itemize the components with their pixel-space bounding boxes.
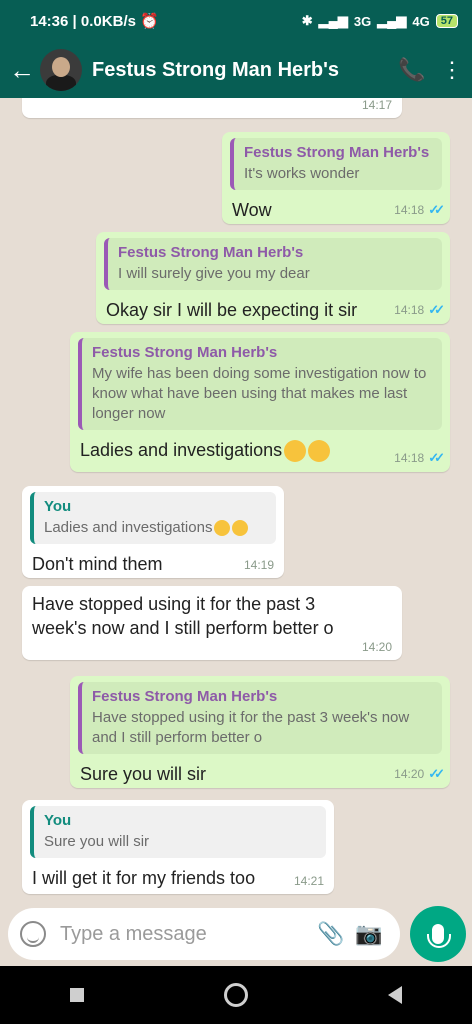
message-bubble[interactable]: Festus Strong Man Herb's It's works wond… — [222, 132, 450, 224]
status-right: ✱ ▂▄▆ 3G ▂▄▆ 4G 57 — [302, 13, 458, 29]
message-meta: 14:19 — [244, 558, 274, 572]
nav-back-icon[interactable] — [388, 986, 402, 1004]
quote-text: Have stopped using it for the past 3 wee… — [92, 709, 410, 746]
quote-text: My wife has been doing some investigatio… — [92, 365, 427, 422]
message-input[interactable]: Type a message — [60, 923, 312, 946]
contact-avatar[interactable] — [40, 49, 82, 91]
add-call-icon[interactable]: 📞 — [392, 57, 432, 83]
attach-icon[interactable]: 📎 — [312, 921, 350, 947]
status-speed: 0.0KB/s — [80, 13, 136, 30]
quote-text: It's works wonder — [244, 165, 360, 182]
status-bar: 14:36 | 0.0KB/s ⏰ ✱ ▂▄▆ 3G ▂▄▆ 4G 57 — [0, 0, 472, 42]
quote-author: Festus Strong Man Herb's — [92, 688, 278, 705]
message-text: Sure you will sir — [80, 764, 207, 784]
back-arrow-icon[interactable]: ← — [4, 55, 40, 86]
read-receipt-icon: ✓✓ — [428, 450, 445, 465]
laughing-emoji-icon — [232, 520, 249, 537]
quote-text: I will surely give you my dear — [118, 265, 310, 282]
quoted-reply[interactable]: Festus Strong Man Herb's I will surely g… — [104, 238, 442, 290]
message-meta: 14:18 ✓✓ — [394, 202, 445, 218]
more-options-icon[interactable]: ⋮ — [432, 57, 472, 83]
message-bubble[interactable]: 14:17 — [22, 98, 402, 118]
camera-icon[interactable]: 📷 — [350, 921, 388, 947]
read-receipt-icon: ✓✓ — [428, 302, 445, 317]
quote-author: You — [44, 812, 72, 829]
quote-author: Festus Strong Man Herb's — [118, 244, 304, 261]
message-text: I will get it for my friends too — [32, 868, 256, 888]
quoted-reply[interactable]: Festus Strong Man Herb's My wife has bee… — [78, 338, 442, 430]
home-icon[interactable] — [224, 983, 248, 1007]
message-text-content: Ladies and investigations — [80, 440, 283, 460]
message-text: Okay sir I will be expecting it sir — [106, 300, 358, 320]
recent-apps-icon[interactable] — [70, 988, 84, 1002]
message-bubble[interactable]: You Sure you will sir I will get it for … — [22, 800, 334, 894]
quote-author: Festus Strong Man Herb's — [244, 144, 430, 161]
battery-indicator: 57 — [435, 14, 458, 28]
quoted-reply[interactable]: You Sure you will sir — [30, 806, 326, 858]
signal-icon-2: ▂▄▆ — [377, 13, 407, 28]
quote-text: Sure you will sir — [44, 833, 150, 850]
quoted-reply[interactable]: Festus Strong Man Herb's Have stopped us… — [78, 682, 442, 754]
read-receipt-icon: ✓✓ — [428, 766, 445, 781]
alarm-icon: ⏰ — [140, 13, 159, 30]
message-bubble[interactable]: Have stopped using it for the past 3 wee… — [22, 586, 402, 660]
message-time: 14:18 — [394, 451, 425, 465]
message-bubble[interactable]: You Ladies and investigations Don't mind… — [22, 486, 284, 578]
message-time: 14:20 — [361, 640, 392, 654]
network-3g: 3G — [353, 13, 372, 29]
laughing-emoji-icon — [214, 520, 231, 537]
laughing-emoji-icon — [308, 440, 331, 463]
message-text: Ladies and investigations — [78, 438, 442, 463]
message-meta: 14:20 ✓✓ — [394, 766, 445, 782]
network-4g: 4G — [412, 13, 430, 29]
contact-name[interactable]: Festus Strong Man Herb's — [92, 59, 392, 82]
message-text: Don't mind them — [32, 554, 163, 574]
microphone-icon — [427, 924, 451, 948]
status-left: 14:36 | 0.0KB/s ⏰ — [30, 13, 159, 30]
signal-icon: ▂▄▆ — [318, 13, 348, 28]
message-meta: 14:20 — [362, 640, 392, 654]
message-time: 14:18 — [394, 203, 425, 217]
message-meta: 14:18 ✓✓ — [394, 302, 445, 318]
laughing-emoji-icon — [284, 440, 307, 463]
message-bubble[interactable]: Festus Strong Man Herb's I will surely g… — [96, 232, 450, 324]
quoted-reply[interactable]: Festus Strong Man Herb's It's works wond… — [230, 138, 442, 190]
quote-text: Ladies and investigations — [44, 518, 268, 538]
message-composer: Type a message 📎 📷 — [8, 908, 400, 960]
message-text: Have stopped using it for the past 3 wee… — [32, 594, 334, 638]
message-time: 14:21 — [293, 874, 324, 888]
message-meta: 14:18 ✓✓ — [394, 450, 445, 466]
quote-author: You — [44, 498, 72, 515]
emoji-icon[interactable] — [20, 921, 46, 947]
message-time: 14:17 — [361, 98, 392, 112]
mic-button[interactable] — [410, 906, 466, 962]
system-nav-bar — [0, 966, 472, 1024]
message-time: 14:20 — [394, 767, 425, 781]
bluetooth-icon: ✱ — [301, 13, 313, 28]
read-receipt-icon: ✓✓ — [428, 202, 445, 217]
quote-author: Festus Strong Man Herb's — [92, 344, 278, 361]
message-bubble[interactable]: Festus Strong Man Herb's My wife has bee… — [70, 332, 450, 472]
status-time: 14:36 — [30, 13, 69, 30]
chat-area[interactable]: 14:17 Festus Strong Man Herb's It's work… — [0, 98, 472, 900]
message-bubble[interactable]: Festus Strong Man Herb's Have stopped us… — [70, 676, 450, 788]
message-meta: 14:17 — [362, 98, 392, 112]
quoted-reply[interactable]: You Ladies and investigations — [30, 492, 276, 544]
message-time: 14:18 — [394, 303, 425, 317]
chat-header: ← Festus Strong Man Herb's 📞 ⋮ — [0, 42, 472, 98]
message-meta: 14:21 — [294, 874, 324, 888]
message-time: 14:19 — [243, 558, 274, 572]
quote-text-content: Ladies and investigations — [44, 519, 213, 536]
